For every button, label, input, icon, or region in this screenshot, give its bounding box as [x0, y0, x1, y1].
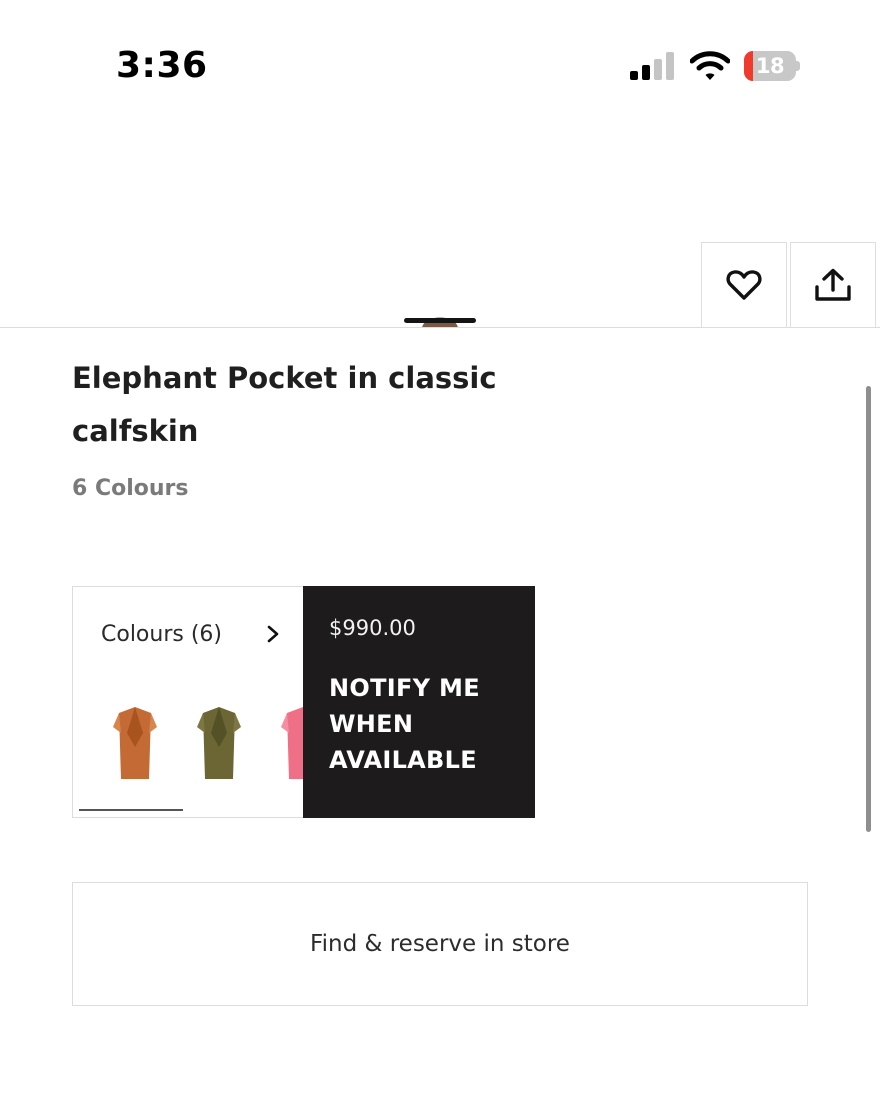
find-reserve-store-button[interactable]: Find & reserve in store — [72, 882, 808, 1006]
find-reserve-store-label: Find & reserve in store — [310, 931, 570, 957]
colours-card[interactable]: Colours (6) — [72, 586, 304, 818]
notify-me-button[interactable]: $990.00 NOTIFY ME WHEN AVAILABLE — [303, 586, 535, 818]
colours-selector[interactable]: Colours (6) — [101, 619, 291, 649]
product-price: $990.00 — [329, 616, 416, 640]
colour-swatch-pink[interactable] — [273, 703, 303, 787]
colours-label: Colours (6) — [101, 621, 222, 647]
share-icon — [815, 268, 851, 301]
heart-icon — [726, 270, 762, 300]
scrollbar[interactable] — [866, 386, 871, 832]
product-title: Elephant Pocket in classic calfskin — [72, 361, 497, 448]
wishlist-button[interactable] — [701, 242, 787, 328]
chevron-right-icon — [267, 625, 279, 643]
colour-swatch-tan[interactable] — [105, 703, 165, 787]
share-button[interactable] — [790, 242, 876, 328]
notify-me-label: NOTIFY ME WHEN AVAILABLE — [329, 674, 480, 774]
colour-count: 6 Colours — [72, 476, 189, 501]
colour-swatch-khaki-green[interactable] — [189, 703, 249, 787]
selected-swatch-indicator — [79, 809, 183, 811]
product-image-edge — [404, 317, 476, 328]
